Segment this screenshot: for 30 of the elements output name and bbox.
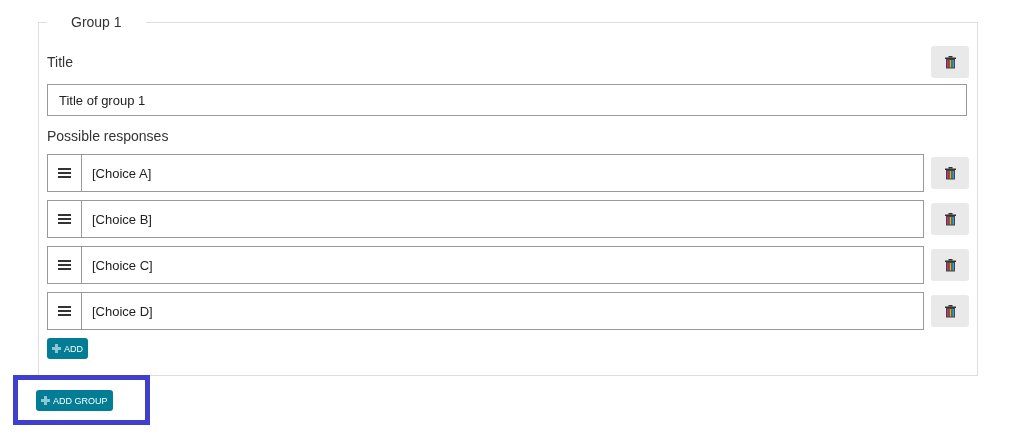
drag-handle[interactable] [47,154,82,192]
drag-handle[interactable] [47,200,82,238]
group-legend: Group 1 [47,14,146,30]
menu-icon [58,306,71,316]
delete-response-button[interactable] [931,295,969,327]
trash-icon [944,304,956,318]
menu-icon [58,168,71,178]
menu-icon [58,260,71,270]
delete-response-button[interactable] [931,203,969,235]
delete-response-button[interactable] [931,157,969,189]
delete-group-button[interactable] [931,46,969,78]
trash-icon [944,258,956,272]
add-group-button[interactable]: ADD GROUP [36,390,113,411]
response-field[interactable]: [Choice C] [82,246,924,284]
response-field[interactable]: [Choice B] [82,200,924,238]
menu-icon [58,214,71,224]
drag-handle[interactable] [47,292,82,330]
plus-icon [52,344,61,353]
trash-icon [944,212,956,226]
response-field[interactable]: [Choice D] [82,292,924,330]
field-label: Title [47,54,73,70]
response-field[interactable]: [Choice A] [82,154,924,192]
drag-handle[interactable] [47,246,82,284]
title-field[interactable]: Title of group 1 [47,84,967,116]
plus-icon [41,396,50,405]
trash-icon [944,55,956,69]
trash-icon [944,166,956,180]
field-label: Possible responses [47,128,170,144]
delete-response-button[interactable] [931,249,969,281]
add-button[interactable]: ADD [47,338,88,359]
